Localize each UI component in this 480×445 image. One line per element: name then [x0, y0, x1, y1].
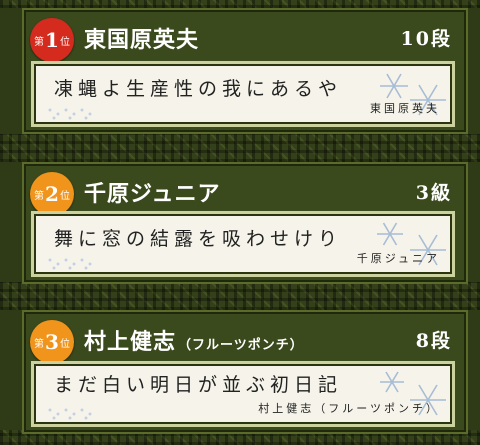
- haiku-text: まだ白い明日が並ぶ初日記: [54, 374, 343, 396]
- rank-badge: 第2位: [30, 172, 74, 216]
- ranking-card-3: 第3位 村上健志 （フルーツポンチ） 8段 まだ白い明日が並ぶ初日記 村上健志（フ…: [22, 310, 468, 434]
- grade-label: 8段: [415, 330, 452, 352]
- ranking-card-2: 第2位 千原ジュニア 3級 舞に窓の結露を吸わせけり 千原ジュニア: [22, 162, 468, 284]
- contestant-name: 千原ジュニア: [84, 181, 221, 207]
- haiku-box: 凍蝿よ生産性の我にあるや 東国原英夫: [31, 61, 455, 127]
- haiku-box: 舞に窓の結露を吸わせけり 千原ジュニア: [31, 211, 455, 277]
- haiku-author: 村上健志（フルーツポンチ）: [258, 402, 440, 415]
- grade-label: 10段: [400, 28, 452, 50]
- haiku-text: 舞に窓の結露を吸わせけり: [54, 228, 343, 250]
- haiku-author: 東国原英夫: [370, 102, 440, 115]
- contestant-name: 村上健志 （フルーツポンチ）: [84, 329, 304, 355]
- haiku-box: まだ白い明日が並ぶ初日記 村上健志（フルーツポンチ）: [31, 361, 455, 427]
- pattern-band-1: [0, 134, 480, 162]
- rank-badge: 第1位: [30, 18, 74, 62]
- pattern-band-2: [0, 282, 480, 310]
- haiku-text: 凍蝿よ生産性の我にあるや: [54, 78, 343, 100]
- grade-label: 3級: [415, 182, 452, 204]
- haiku-author: 千原ジュニア: [356, 252, 440, 265]
- pattern-band-top: [0, 0, 480, 8]
- ranking-card-1: 第1位 東国原英夫 10段 凍蝿よ生産性の我にあるや 東国原英夫: [22, 8, 468, 134]
- contestant-name: 東国原英夫: [84, 27, 200, 53]
- rank-badge: 第3位: [30, 320, 74, 364]
